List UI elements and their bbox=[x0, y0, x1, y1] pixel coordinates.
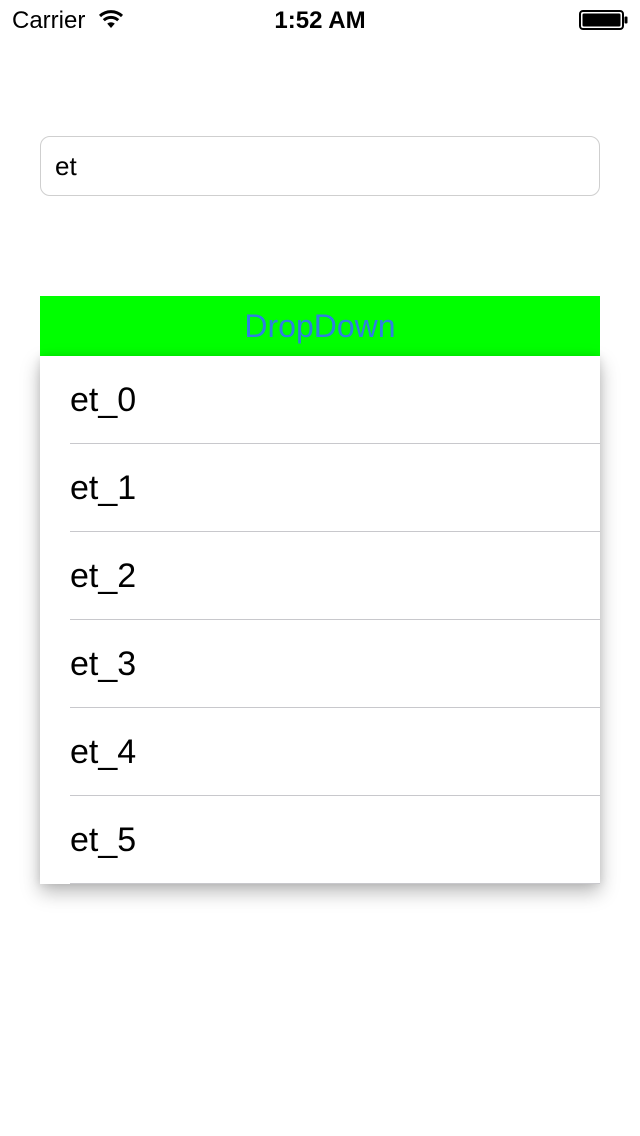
dropdown-item[interactable]: et_5 bbox=[40, 796, 600, 884]
status-time: 1:52 AM bbox=[274, 7, 366, 34]
dropdown-item[interactable]: et_4 bbox=[40, 708, 600, 796]
dropdown-list: et_0 et_1 et_2 et_3 et_4 et_5 bbox=[40, 356, 600, 884]
dropdown-item-label: et_1 bbox=[70, 469, 137, 507]
dropdown-item-label: et_5 bbox=[70, 821, 137, 859]
dropdown-button[interactable]: DropDown bbox=[40, 296, 600, 356]
dropdown-item[interactable]: et_0 bbox=[40, 356, 600, 444]
dropdown-item[interactable]: et_3 bbox=[40, 620, 600, 708]
search-text-field[interactable] bbox=[40, 136, 600, 196]
dropdown-item-label: et_3 bbox=[70, 645, 137, 683]
dropdown-item-label: et_0 bbox=[70, 381, 137, 419]
status-bar: Carrier 1:52 AM bbox=[0, 0, 640, 40]
battery-icon bbox=[579, 10, 628, 30]
dropdown-item-label: et_2 bbox=[70, 557, 137, 595]
dropdown-item-label: et_4 bbox=[70, 733, 137, 771]
dropdown-item[interactable]: et_1 bbox=[40, 444, 600, 532]
dropdown-item[interactable]: et_2 bbox=[40, 532, 600, 620]
